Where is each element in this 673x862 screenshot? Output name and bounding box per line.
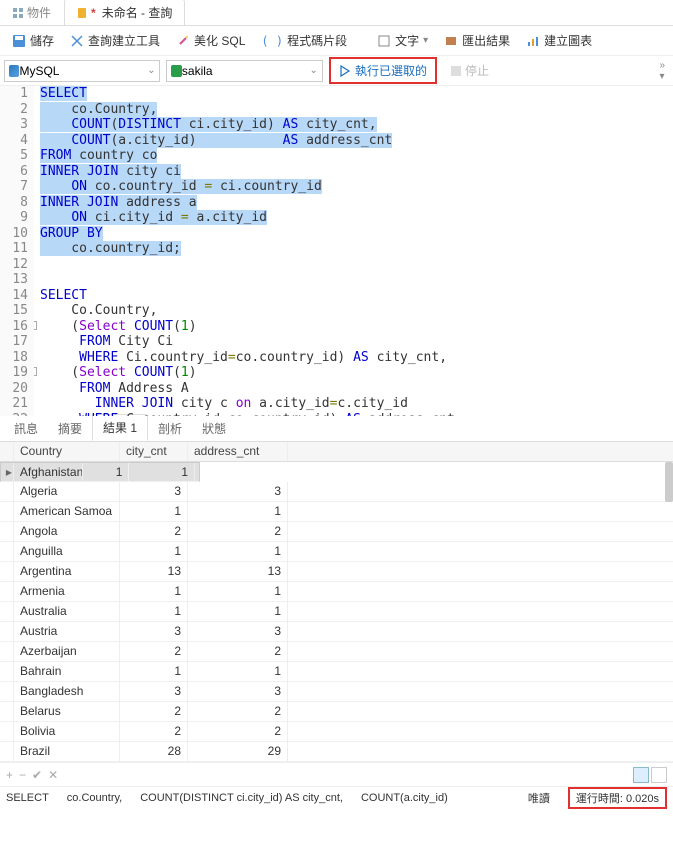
table-row[interactable]: ▸Afghanistan11 bbox=[0, 462, 200, 482]
tab-query[interactable]: * 未命名 - 查詢 bbox=[64, 0, 185, 25]
grid-toolbar: + − ✔ ✕ bbox=[0, 762, 673, 786]
table-row[interactable]: Azerbaijan22 bbox=[0, 642, 673, 662]
table-row[interactable]: American Samoa11 bbox=[0, 502, 673, 522]
status-runtime: 運行時間: 0.020s bbox=[568, 787, 667, 809]
play-icon bbox=[339, 65, 351, 77]
query-builder-icon bbox=[70, 34, 84, 48]
table-row[interactable]: Brazil2829 bbox=[0, 742, 673, 762]
status-col1: co.Country, bbox=[67, 792, 122, 804]
export-icon bbox=[444, 34, 458, 48]
table-row[interactable]: Angola22 bbox=[0, 522, 673, 542]
tab-summary[interactable]: 摘要 bbox=[48, 416, 92, 441]
delete-row-button[interactable]: − bbox=[19, 768, 26, 782]
table-row[interactable]: Australia11 bbox=[0, 602, 673, 622]
query-builder-button[interactable]: 查詢建立工具 bbox=[64, 29, 166, 52]
result-grid: Country city_cnt address_cnt ▸Afghanista… bbox=[0, 442, 673, 762]
tab-query-label: 未命名 - 查詢 bbox=[102, 4, 173, 21]
connection-bar: ⌄ ⌄ 執行已選取的 停止 »▾ bbox=[0, 56, 673, 86]
tab-profile[interactable]: 剖析 bbox=[148, 416, 192, 441]
chevron-down-icon: ⌄ bbox=[310, 65, 318, 76]
connection-select[interactable]: ⌄ bbox=[4, 60, 160, 82]
text-icon bbox=[377, 34, 391, 48]
status-sql: SELECT bbox=[6, 792, 49, 804]
tab-objects[interactable]: 物件 bbox=[0, 0, 64, 25]
dirty-indicator: * bbox=[91, 6, 96, 20]
tab-result-1[interactable]: 結果 1 bbox=[92, 414, 148, 441]
table-row[interactable]: Armenia11 bbox=[0, 582, 673, 602]
objects-icon bbox=[13, 8, 23, 18]
connection-value[interactable] bbox=[19, 64, 147, 78]
table-row[interactable]: Belarus22 bbox=[0, 702, 673, 722]
dropdown-icon: ▾ bbox=[423, 35, 428, 46]
cancel-button[interactable]: ✕ bbox=[48, 768, 58, 782]
database-icon bbox=[171, 65, 181, 77]
stop-icon bbox=[451, 66, 461, 76]
table-row[interactable]: Austria33 bbox=[0, 622, 673, 642]
snippet-button[interactable]: ( ) 程式碼片段 bbox=[255, 29, 353, 52]
scrollbar[interactable] bbox=[665, 462, 673, 502]
database-select[interactable]: ⌄ bbox=[166, 60, 322, 82]
grid-view-button[interactable] bbox=[633, 767, 649, 783]
tab-status[interactable]: 狀態 bbox=[192, 416, 236, 441]
chevron-down-icon: ⌄ bbox=[147, 65, 155, 76]
table-row[interactable]: Argentina1313 bbox=[0, 562, 673, 582]
save-icon bbox=[12, 34, 26, 48]
result-tabs: 訊息 摘要 結果 1 剖析 狀態 bbox=[0, 416, 673, 442]
database-value[interactable] bbox=[182, 64, 310, 78]
form-view-button[interactable] bbox=[651, 767, 667, 783]
view-switch bbox=[633, 767, 667, 783]
chart-icon bbox=[526, 34, 540, 48]
apply-button[interactable]: ✔ bbox=[32, 768, 42, 782]
chart-button[interactable]: 建立圖表 bbox=[520, 29, 598, 52]
status-readonly: 唯讀 bbox=[528, 790, 550, 806]
save-button[interactable]: 儲存 bbox=[6, 29, 60, 52]
beautify-button[interactable]: 美化 SQL bbox=[170, 29, 251, 52]
overflow-button[interactable]: »▾ bbox=[655, 60, 669, 82]
table-row[interactable]: Anguilla11 bbox=[0, 542, 673, 562]
toolbar: 儲存 查詢建立工具 美化 SQL ( ) 程式碼片段 文字 ▾ 匯出結果 建立圖… bbox=[0, 26, 673, 56]
mysql-icon bbox=[9, 65, 19, 77]
query-icon bbox=[77, 8, 87, 18]
col-city-cnt[interactable]: city_cnt bbox=[120, 442, 188, 461]
grid-header: Country city_cnt address_cnt bbox=[0, 442, 673, 462]
parens-icon: ( ) bbox=[261, 34, 283, 48]
status-bar: SELECT co.Country, COUNT(DISTINCT ci.cit… bbox=[0, 786, 673, 808]
run-selected-button[interactable]: 執行已選取的 bbox=[329, 57, 437, 84]
table-row[interactable]: Bangladesh33 bbox=[0, 682, 673, 702]
wand-icon bbox=[176, 34, 190, 48]
status-col2: COUNT(DISTINCT ci.city_id) AS city_cnt, bbox=[140, 792, 343, 804]
table-row[interactable]: Bahrain11 bbox=[0, 662, 673, 682]
text-button[interactable]: 文字 ▾ bbox=[371, 29, 434, 52]
tab-messages[interactable]: 訊息 bbox=[4, 416, 48, 441]
export-button[interactable]: 匯出結果 bbox=[438, 29, 516, 52]
col-country[interactable]: Country bbox=[14, 442, 120, 461]
col-address-cnt[interactable]: address_cnt bbox=[188, 442, 288, 461]
table-row[interactable]: Bolivia22 bbox=[0, 722, 673, 742]
grid-body[interactable]: ▸Afghanistan11Algeria33American Samoa11A… bbox=[0, 462, 673, 762]
sql-editor[interactable]: 1234567891011121314151617181920212223 SE… bbox=[0, 86, 673, 416]
document-tabs: 物件 * 未命名 - 查詢 bbox=[0, 0, 673, 26]
tab-objects-label: 物件 bbox=[27, 4, 51, 21]
add-row-button[interactable]: + bbox=[6, 768, 13, 782]
code-area[interactable]: SELECT co.Country, COUNT(DISTINCT ci.cit… bbox=[34, 86, 673, 416]
line-gutter: 1234567891011121314151617181920212223 bbox=[0, 86, 34, 416]
row-marker-header bbox=[0, 442, 14, 461]
stop-button: 停止 bbox=[443, 59, 497, 82]
status-col3: COUNT(a.city_id) bbox=[361, 792, 448, 804]
table-row[interactable]: Algeria33 bbox=[0, 482, 673, 502]
